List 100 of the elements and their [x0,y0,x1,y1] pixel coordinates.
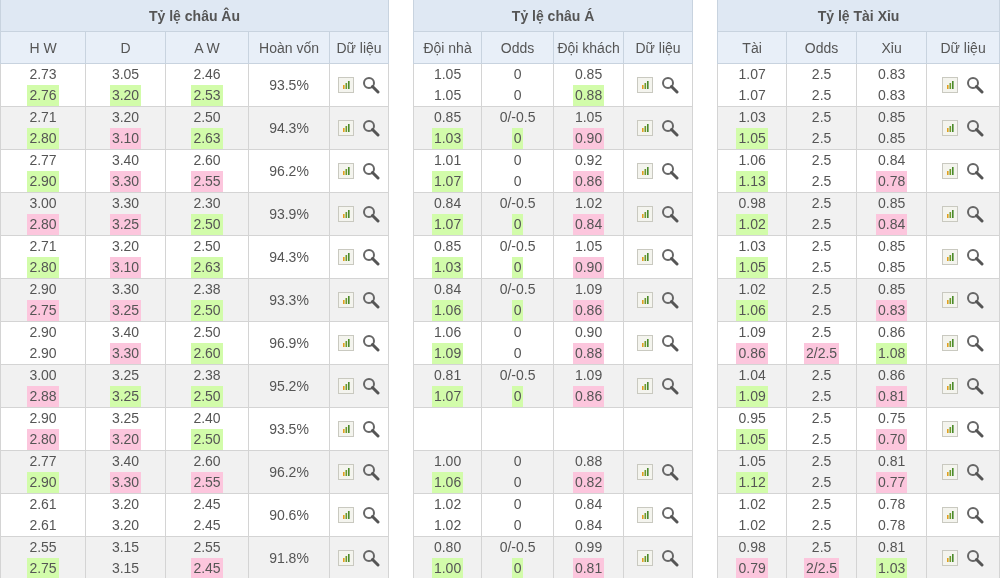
chart-icon[interactable] [338,464,354,480]
search-icon[interactable] [362,76,380,94]
search-icon[interactable] [362,248,380,266]
search-icon[interactable] [661,549,680,567]
opening-odds: 1.00 [432,452,463,471]
chart-icon[interactable] [338,206,354,222]
search-icon[interactable] [362,506,380,524]
chart-icon[interactable] [637,550,654,566]
chart-icon[interactable] [637,335,654,351]
chart-icon[interactable] [637,206,654,222]
chart-icon[interactable] [942,464,959,480]
chart-icon[interactable] [942,120,959,136]
search-icon[interactable] [966,377,985,395]
chart-icon[interactable] [637,249,654,265]
live-odds: 2.63 [191,257,223,278]
chart-icon[interactable] [338,421,354,437]
chart-icon[interactable] [942,77,959,93]
chart-icon[interactable] [942,378,959,394]
live-odds: 0.78 [876,516,907,535]
chart-icon[interactable] [942,550,959,566]
search-icon[interactable] [661,463,680,481]
search-icon[interactable] [362,463,380,481]
search-icon[interactable] [661,377,680,395]
chart-icon[interactable] [942,163,959,179]
opening-odds: 1.05 [573,237,604,256]
chart-icon[interactable] [942,249,959,265]
chart-icon[interactable] [338,249,354,265]
search-icon[interactable] [362,291,380,309]
search-icon[interactable] [661,291,680,309]
search-icon[interactable] [966,334,985,352]
chart-icon[interactable] [338,335,354,351]
search-icon[interactable] [661,506,680,524]
chart-icon[interactable] [637,120,654,136]
live-odds: 2.50 [191,429,223,450]
live-odds: 1.08 [875,343,908,364]
chart-icon[interactable] [942,292,959,308]
search-icon[interactable] [966,291,985,309]
chart-icon[interactable] [338,77,354,93]
chart-icon[interactable] [942,335,959,351]
live-odds: 0 [511,214,524,235]
search-icon[interactable] [661,162,680,180]
chart-icon[interactable] [637,77,654,93]
chart-icon[interactable] [942,421,959,437]
column-header: Dữ liệu [623,31,693,64]
chart-icon[interactable] [338,292,354,308]
chart-icon[interactable] [637,507,654,523]
search-icon[interactable] [362,420,380,438]
payout-rate: 94.3% [268,118,310,138]
opening-odds: 2.77 [28,452,58,471]
search-icon[interactable] [362,549,380,567]
opening-odds: 1.04 [737,366,767,385]
search-icon[interactable] [362,119,380,137]
opening-odds: 3.25 [110,409,141,428]
payout-rate: 94.3% [268,247,310,267]
live-odds: 1.06 [431,472,464,493]
search-icon[interactable] [966,162,985,180]
live-odds: 0.86 [736,343,768,364]
live-odds: 2.5 [810,387,833,406]
search-icon[interactable] [661,205,680,223]
search-icon[interactable] [966,119,985,137]
live-odds: 3.25 [109,386,142,407]
search-icon[interactable] [966,549,985,567]
live-odds: 1.07 [431,171,464,192]
chart-icon[interactable] [637,464,654,480]
search-icon[interactable] [661,119,680,137]
search-icon[interactable] [661,334,680,352]
column-header: Odds [786,31,857,64]
opening-odds: 2.38 [192,366,222,385]
live-odds: 1.09 [736,386,768,407]
opening-odds: 2.90 [28,280,58,299]
chart-icon[interactable] [637,378,654,394]
search-icon[interactable] [966,463,985,481]
chart-icon[interactable] [338,507,354,523]
search-icon[interactable] [966,205,985,223]
opening-odds: 2.5 [810,151,833,170]
search-icon[interactable] [661,76,680,94]
search-icon[interactable] [966,248,985,266]
search-icon[interactable] [362,334,380,352]
chart-icon[interactable] [338,120,354,136]
chart-icon[interactable] [637,292,654,308]
opening-odds: 0.80 [432,538,463,557]
search-icon[interactable] [362,162,380,180]
search-icon[interactable] [362,205,380,223]
live-odds: 3.30 [109,472,142,493]
chart-icon[interactable] [338,550,354,566]
search-icon[interactable] [966,76,985,94]
search-icon[interactable] [966,420,985,438]
chart-icon[interactable] [942,507,959,523]
opening-odds: 0.85 [432,108,463,127]
search-icon[interactable] [661,248,680,266]
search-icon[interactable] [966,506,985,524]
chart-icon[interactable] [942,206,959,222]
live-odds: 0 [511,558,524,578]
chart-icon[interactable] [338,378,354,394]
live-odds: 3.10 [109,128,142,149]
chart-icon[interactable] [338,163,354,179]
opening-odds: 2.5 [810,237,833,256]
live-odds: 3.30 [109,171,142,192]
search-icon[interactable] [362,377,380,395]
chart-icon[interactable] [637,163,654,179]
